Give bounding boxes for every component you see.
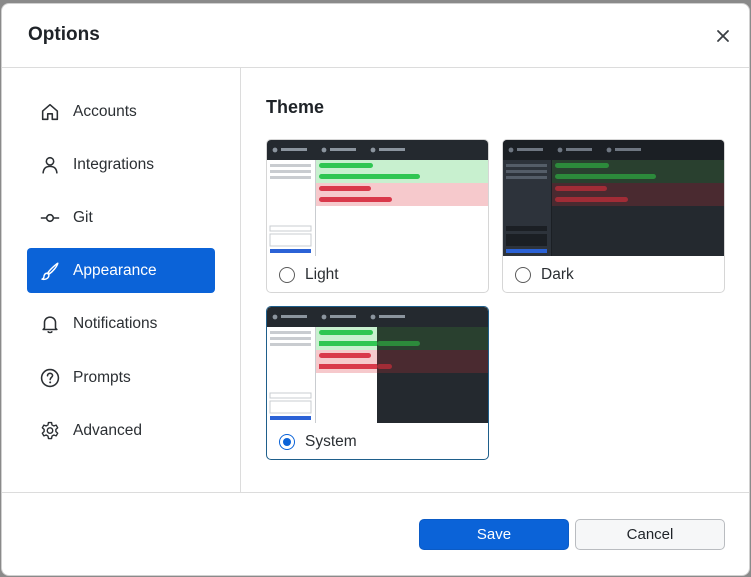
sidebar-item-appearance[interactable]: Appearance: [27, 248, 215, 293]
appearance-panel: Theme Light Dark System: [241, 68, 749, 492]
gear-icon: [39, 420, 61, 442]
theme-card-system[interactable]: System: [266, 306, 489, 460]
sidebar-item-notifications[interactable]: Notifications: [27, 301, 215, 346]
options-dialog: Options Accounts Integrations Git Appear…: [2, 4, 749, 575]
theme-preview-light: [267, 140, 488, 256]
close-icon: [717, 30, 729, 42]
sidebar-item-label: Appearance: [73, 261, 157, 279]
section-title: Theme: [266, 97, 325, 117]
sidebar-item-integrations[interactable]: Integrations: [27, 142, 215, 187]
theme-option-dark[interactable]: Dark: [515, 266, 574, 284]
sidebar-item-label: Notifications: [73, 314, 158, 332]
dialog-title: Options: [28, 24, 100, 45]
dialog-footer: Save Cancel: [2, 492, 749, 575]
theme-label-system: System: [305, 433, 357, 450]
theme-preview-dark: [503, 140, 724, 256]
sidebar-item-label: Git: [73, 208, 93, 226]
sidebar-item-advanced[interactable]: Advanced: [27, 408, 215, 453]
close-button[interactable]: [711, 24, 735, 48]
sidebar-item-label: Accounts: [73, 102, 137, 120]
sidebar-item-prompts[interactable]: Prompts: [27, 355, 215, 400]
save-button[interactable]: Save: [419, 519, 569, 550]
sidebar-item-label: Advanced: [73, 421, 142, 439]
dialog-header: Options: [2, 4, 749, 68]
sidebar-item-accounts[interactable]: Accounts: [27, 89, 215, 134]
git-commit-icon: [39, 207, 61, 229]
person-icon: [39, 154, 61, 176]
question-circle-icon: [39, 367, 61, 389]
sidebar-item-git[interactable]: Git: [27, 195, 215, 240]
theme-preview-system: [267, 307, 488, 423]
theme-label-dark: Dark: [541, 266, 574, 283]
radio-system[interactable]: [279, 434, 295, 450]
sidebar-item-label: Prompts: [73, 368, 131, 386]
radio-dark[interactable]: [515, 267, 531, 283]
cancel-button[interactable]: Cancel: [575, 519, 725, 550]
bell-icon: [39, 313, 61, 335]
sidebar-item-label: Integrations: [73, 155, 154, 173]
theme-option-light[interactable]: Light: [279, 266, 339, 284]
radio-light[interactable]: [279, 267, 295, 283]
theme-label-light: Light: [305, 266, 339, 283]
theme-option-system[interactable]: System: [279, 433, 357, 451]
paintbrush-icon: [39, 260, 61, 282]
home-icon: [39, 101, 61, 123]
sidebar: Accounts Integrations Git Appearance Not…: [2, 68, 241, 492]
theme-card-dark[interactable]: Dark: [502, 139, 725, 293]
theme-card-light[interactable]: Light: [266, 139, 489, 293]
